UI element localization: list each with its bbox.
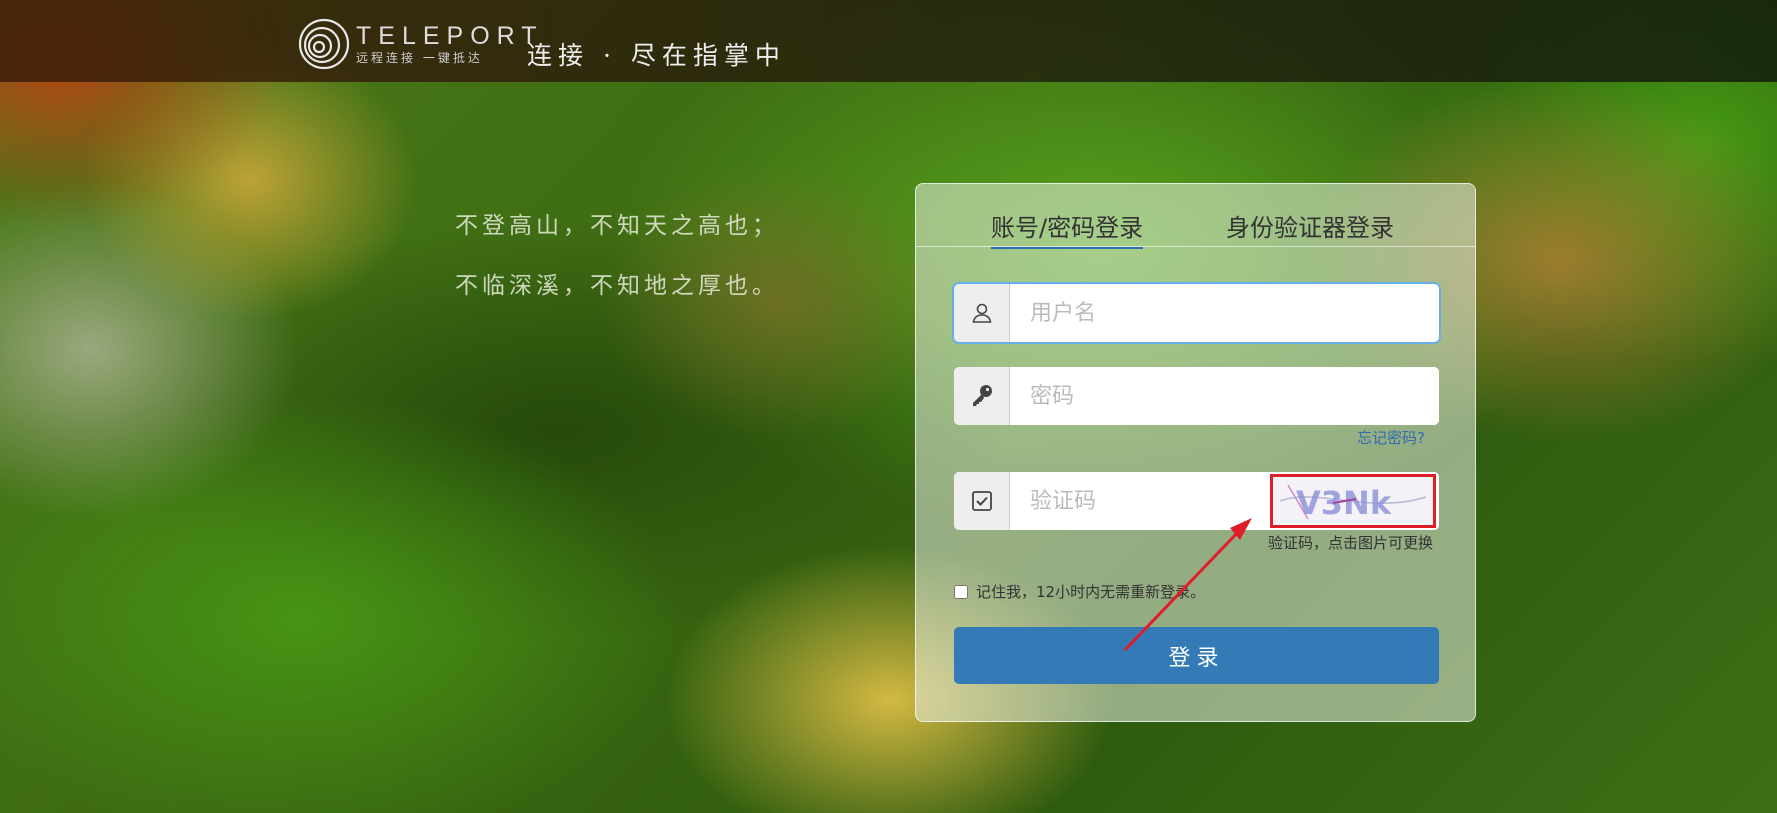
top-bar: TELEPORT 远程连接 一键抵达 连接 · 尽在指掌中 — [0, 0, 1777, 82]
captcha-text: V3Nk — [1296, 484, 1392, 522]
poem-line-2: 不临深溪，不知地之厚也。 — [455, 273, 779, 299]
captcha-hint: 验证码，点击图片可更换 — [1267, 534, 1433, 552]
user-icon — [954, 284, 1010, 342]
login-tabs: 账号/密码登录 身份验证器登录 — [916, 184, 1475, 249]
captcha-image[interactable]: V3Nk — [1270, 474, 1436, 528]
username-input[interactable] — [1010, 284, 1439, 342]
tab-password-login[interactable]: 账号/密码登录 — [991, 208, 1144, 249]
logo-name: TELEPORT — [356, 22, 544, 50]
login-button[interactable]: 登录 — [954, 627, 1439, 684]
tab-authenticator-login[interactable]: 身份验证器登录 — [1226, 208, 1394, 247]
logo-subtitle: 远程连接 一键抵达 — [356, 51, 483, 65]
forgot-password-link[interactable]: 忘记密码? — [1357, 427, 1425, 448]
remember-me-label: 记住我，12小时内无需重新登录。 — [976, 583, 1206, 601]
poem: 不登高山，不知天之高也； 不临深溪，不知地之厚也。 — [455, 196, 779, 316]
annotation-arrow — [1123, 518, 1252, 652]
username-field — [954, 284, 1439, 342]
teleport-logo-icon — [298, 18, 350, 70]
remember-me-checkbox[interactable] — [954, 584, 968, 599]
login-panel: 账号/密码登录 身份验证器登录 忘记密码? — [915, 183, 1476, 722]
key-icon — [954, 367, 1010, 425]
captcha-field: V3Nk — [954, 472, 1439, 530]
password-input[interactable] — [1010, 367, 1439, 425]
password-field — [954, 367, 1439, 425]
remember-me: 记住我，12小时内无需重新登录。 — [954, 581, 1205, 602]
poem-line-1: 不登高山，不知天之高也； — [455, 213, 779, 239]
slogan: 连接 · 尽在指掌中 — [527, 41, 786, 70]
logo: TELEPORT 远程连接 一键抵达 — [298, 18, 544, 70]
check-square-icon — [954, 472, 1010, 530]
